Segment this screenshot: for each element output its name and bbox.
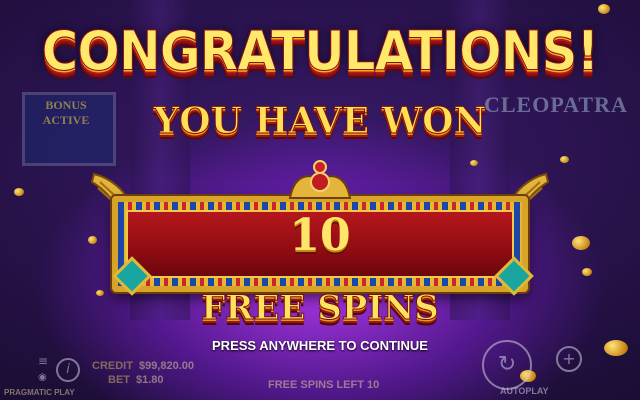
you-have-won-subtitle: YOU HAVE WON: [153, 100, 487, 143]
credit-value: $99,820.00: [138, 360, 195, 372]
autoplay-button[interactable]: AUTOPLAY: [500, 386, 549, 396]
bet-display: BET $1.80: [108, 374, 164, 386]
bet-label: BET: [108, 374, 130, 386]
coin: [470, 160, 478, 166]
coin: [14, 188, 24, 196]
coin: [598, 4, 610, 14]
coin: [560, 156, 569, 163]
spin-icon[interactable]: ↻: [482, 340, 532, 390]
credit-label: CREDIT: [92, 360, 133, 372]
scarab-crest-icon: [288, 160, 352, 199]
free-spins-count: 10: [289, 210, 351, 261]
continue-instruction[interactable]: PRESS ANYWHERE TO CONTINUE: [0, 338, 640, 353]
sound-icon[interactable]: ◉: [38, 372, 47, 383]
provider-logo: PRAGMATIC PLAY: [4, 388, 75, 397]
info-icon[interactable]: i: [56, 358, 80, 382]
free-spins-left: FREE SPINS LEFT 10: [268, 379, 380, 391]
congratulations-title: CONGRATULATIONS!: [41, 19, 600, 83]
free-spins-label: FREE SPINS: [201, 288, 440, 329]
menu-icon[interactable]: ≡: [38, 354, 48, 368]
bet-value: $1.80: [136, 374, 164, 386]
plus-icon[interactable]: +: [556, 346, 582, 372]
credit-display: CREDIT $99,820.00: [92, 360, 194, 372]
coin: [582, 268, 592, 276]
